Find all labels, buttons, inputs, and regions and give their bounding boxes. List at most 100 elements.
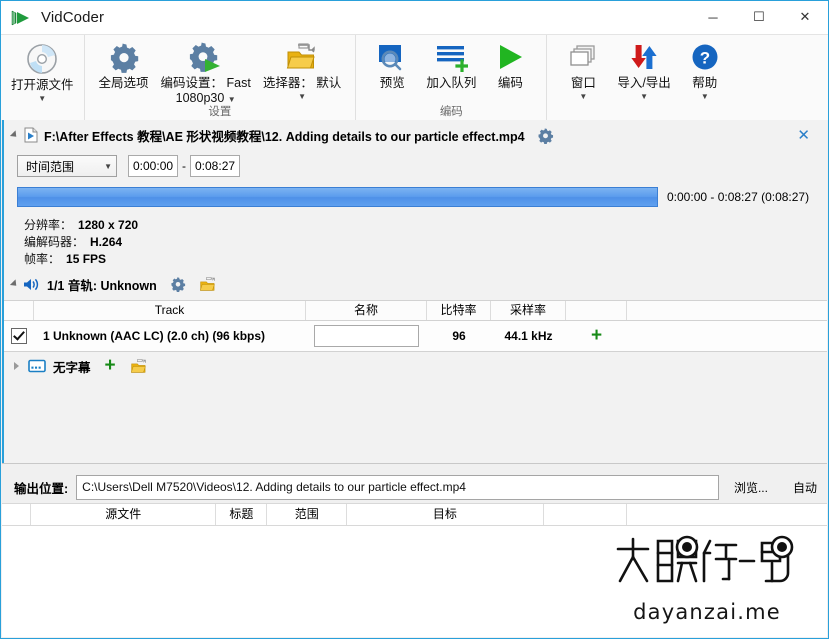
browse-button[interactable]: 浏览... [724,475,778,500]
audio-col-name[interactable]: 名称 [306,301,427,320]
expander-triangle-icon[interactable] [9,279,20,289]
picker-label: 选择器： 默认 [262,76,342,90]
queue-table-header: 源文件 标题 范围 目标 [2,504,827,526]
audio-section-header: 1/1 音轨: Unknown [9,273,827,295]
help-label: 帮助 [692,76,718,90]
close-button[interactable]: ✕ [782,1,828,33]
audio-gear-icon[interactable] [170,276,186,292]
source-header-row: F:\After Effects 教程\AE 形状视频教程\12. Adding… [4,120,827,150]
output-path-input[interactable] [76,474,719,500]
import-export-label: 导入/导出 [617,76,671,90]
ribbon-group-encode: 预览 加入队列 编码 编码 [355,35,546,121]
audio-track-checkbox[interactable] [11,328,27,344]
audio-row-checkbox-cell [4,321,34,351]
maximize-button[interactable]: ☐ [736,1,782,33]
audio-col-bitrate[interactable]: 比特率 [427,301,491,320]
audio-samplerate-value: 44.1 kHz [504,329,553,343]
help-button[interactable]: ? 帮助 ▼ [677,35,733,101]
output-location-bar: 输出位置: 浏览... 自动 [2,471,827,503]
source-gear-icon[interactable] [537,127,554,144]
vidcoder-window: VidCoder ─ ☐ ✕ 打开源文件 ▼ 全局选项 编码设置： Fast 1… [0,0,829,639]
range-mode-select[interactable]: 时间范围 ▼ [17,155,117,177]
info-framerate-value: 15 FPS [66,252,107,266]
open-source-button[interactable]: 打开源文件 ▼ [5,35,80,103]
chevron-down-icon: ▼ [104,161,112,171]
subtitle-icon [28,359,46,373]
info-codec: 编解码器： H.264 [24,234,827,251]
app-logo-icon [10,8,32,28]
ribbon-group-settings-title: 设置 [208,106,232,118]
global-options-button[interactable]: 全局选项 [93,35,155,91]
encode-button[interactable]: 编码 [482,35,538,91]
chevron-down-icon[interactable]: ▼ [579,92,587,101]
output-location-label: 输出位置: [14,481,69,496]
queue-col-destination[interactable]: 目标 [347,504,544,525]
add-subtitle-button[interactable]: + [105,356,116,375]
info-resolution: 分辨率： 1280 x 720 [24,217,827,234]
chevron-down-icon[interactable]: ▼ [640,92,648,101]
video-file-icon [24,127,38,143]
encoding-settings-button[interactable]: 编码设置： Fast 1080p30 ▼ [155,35,257,106]
main-content: F:\After Effects 教程\AE 形状视频教程\12. Adding… [1,120,828,638]
preview-label: 预览 [379,76,405,90]
add-audio-track-button[interactable]: + [591,326,602,345]
audio-track-name-input[interactable] [314,325,419,347]
add-to-queue-button[interactable]: 加入队列 [420,35,482,91]
audio-track-summary: 1/1 音轨: Unknown [47,278,157,293]
preview-button[interactable]: 预览 [364,35,420,91]
subtitle-label: 无字幕 [53,360,91,375]
range-end-input[interactable] [190,155,240,177]
range-mode-value: 时间范围 [26,159,75,174]
audio-table-row: 1 Unknown (AAC LC) (2.0 ch) (96 kbps) 96… [4,321,827,351]
queue-add-icon [434,40,469,74]
subtitle-section-row: 无字幕 + [14,352,827,380]
timeline-range-label: 0:00:00 - 0:08:27 (0:08:27) [667,190,810,204]
encode-label: 编码 [497,76,523,90]
audio-col-track[interactable]: Track [34,301,306,320]
ribbon-group-source: 打开源文件 ▼ [1,35,84,121]
open-source-label: 打开源文件 [11,78,74,92]
timeline-bar[interactable] [17,187,658,207]
minimize-button[interactable]: ─ [690,1,736,33]
audio-track-description: 1 Unknown (AAC LC) (2.0 ch) (96 kbps) [43,329,266,343]
auto-name-button[interactable]: 自动 [783,475,827,500]
range-start-input[interactable] [128,155,178,177]
info-codec-value: H.264 [90,235,123,249]
window-controls: ─ ☐ ✕ [690,1,828,33]
audio-col-samplerate[interactable]: 采样率 [491,301,566,320]
picker-button[interactable]: 选择器： 默认 ▼ [257,35,347,101]
expander-triangle-icon[interactable] [9,130,20,140]
chevron-down-icon[interactable]: ▼ [263,92,341,101]
preview-magnifier-icon [376,40,408,74]
encoding-settings-label: 编码设置： Fast [160,76,251,90]
window-label: 窗口 [570,76,596,90]
chevron-down-icon[interactable]: ▼ [38,94,46,103]
add-to-queue-label: 加入队列 [426,76,477,90]
expander-triangle-collapsed-icon[interactable] [14,362,19,370]
global-options-label: 全局选项 [98,76,149,90]
folder-arrow-icon [285,40,319,74]
chevron-down-icon[interactable]: ▼ [701,92,709,101]
subtitle-folder-arrow-icon[interactable] [130,358,148,375]
close-source-icon[interactable]: ✕ [792,124,815,146]
gear-play-icon [189,40,223,74]
speaker-icon [23,277,40,292]
audio-name-cell [306,321,427,351]
import-export-button[interactable]: 导入/导出 ▼ [611,35,676,101]
title-bar: VidCoder ─ ☐ ✕ [1,1,828,34]
audio-col-extra2 [627,301,827,320]
queue-col-source[interactable]: 源文件 [31,504,217,525]
queue-col-range[interactable]: 范围 [267,504,348,525]
audio-folder-arrow-icon[interactable] [199,276,217,293]
info-resolution-value: 1280 x 720 [78,218,139,232]
source-panel: F:\After Effects 教程\AE 形状视频教程\12. Adding… [2,120,827,463]
audio-add-cell: + [566,321,627,351]
queue-col-title[interactable]: 标题 [216,504,268,525]
info-framerate-key: 帧率： [24,252,61,266]
window-button[interactable]: 窗口 ▼ [555,35,611,101]
ribbon-group-encode-title: 编码 [439,106,463,118]
range-selector-row: 时间范围 ▼ - [17,154,827,178]
audio-row-spacer [627,321,827,351]
ribbon-toolbar: 打开源文件 ▼ 全局选项 编码设置： Fast 1080p30 ▼ 选择器： 默… [1,34,828,122]
disc-icon [24,42,60,76]
